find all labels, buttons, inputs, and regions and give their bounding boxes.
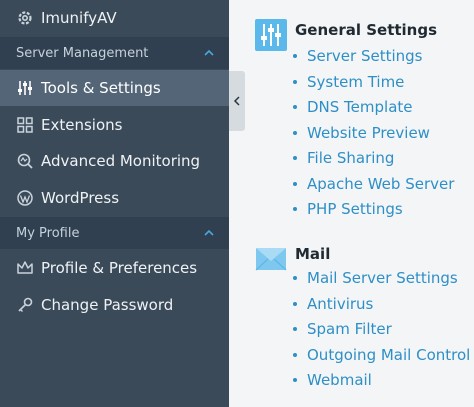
link-php-settings[interactable]: PHP Settings xyxy=(293,200,403,218)
link-dns-template[interactable]: DNS Template xyxy=(293,98,413,116)
sidebar-item-tools-settings[interactable]: Tools & Settings xyxy=(0,70,229,106)
link-webmail[interactable]: Webmail xyxy=(293,371,372,389)
chevron-up-icon xyxy=(204,49,214,56)
sidebar-item-imunifyav[interactable]: ImunifyAV xyxy=(0,0,229,36)
link-label: Outgoing Mail Control xyxy=(307,346,471,364)
section-title: Server Management xyxy=(16,45,149,61)
bullet xyxy=(293,327,297,331)
sidebar-item-extensions[interactable]: Extensions xyxy=(0,107,229,143)
sidebar-collapse-button[interactable] xyxy=(229,71,245,131)
link-antivirus[interactable]: Antivirus xyxy=(293,295,373,313)
sidebar-item-wordpress[interactable]: WordPress xyxy=(0,180,229,216)
link-label: Server Settings xyxy=(307,47,423,65)
link-system-time[interactable]: System Time xyxy=(293,73,404,91)
bullet xyxy=(293,131,297,135)
link-label: Webmail xyxy=(307,371,372,389)
sliders-icon xyxy=(16,79,34,97)
general-settings-icon xyxy=(255,19,287,51)
sidebar-item-label: Change Password xyxy=(41,296,174,314)
link-apache-web-server[interactable]: Apache Web Server xyxy=(293,175,454,193)
bullet xyxy=(293,276,297,280)
chevron-left-icon xyxy=(233,96,240,106)
sidebar-item-label: ImunifyAV xyxy=(41,9,117,27)
section-my-profile[interactable]: My Profile xyxy=(0,217,229,249)
sidebar: ImunifyAV Server Management Tools & Sett… xyxy=(0,0,229,407)
monitoring-icon xyxy=(16,152,34,170)
link-label: DNS Template xyxy=(307,98,413,116)
link-label: PHP Settings xyxy=(307,200,403,218)
bullet xyxy=(293,378,297,382)
sidebar-item-label: Extensions xyxy=(41,116,123,134)
link-file-sharing[interactable]: File Sharing xyxy=(293,149,394,167)
link-server-settings[interactable]: Server Settings xyxy=(293,47,422,65)
group-title-general-settings: General Settings xyxy=(295,21,438,39)
link-mail-server-settings[interactable]: Mail Server Settings xyxy=(293,269,458,287)
link-website-preview[interactable]: Website Preview xyxy=(293,124,430,142)
group-title-mail: Mail xyxy=(295,245,331,263)
section-title: My Profile xyxy=(16,225,80,241)
link-label: Antivirus xyxy=(307,295,374,313)
crown-icon xyxy=(16,259,34,277)
bullet xyxy=(293,156,297,160)
sidebar-item-advanced-monitoring[interactable]: Advanced Monitoring xyxy=(0,143,229,179)
sidebar-item-label: WordPress xyxy=(41,189,120,207)
bullet xyxy=(293,54,297,58)
mail-envelope-icon xyxy=(255,243,287,275)
sidebar-item-label: Advanced Monitoring xyxy=(41,152,201,170)
extensions-icon xyxy=(16,116,34,134)
bullet xyxy=(293,105,297,109)
sidebar-item-label: Tools & Settings xyxy=(41,79,161,97)
tools-settings-content: General Settings Server Settings System … xyxy=(245,0,474,407)
sidebar-item-label: Profile & Preferences xyxy=(41,259,198,277)
link-label: Spam Filter xyxy=(307,320,392,338)
gear-icon xyxy=(16,9,34,27)
link-label: Website Preview xyxy=(307,124,430,142)
bullet xyxy=(293,302,297,306)
link-label: File Sharing xyxy=(307,149,395,167)
wordpress-icon xyxy=(16,189,34,207)
link-label: System Time xyxy=(307,73,405,91)
link-outgoing-mail-control[interactable]: Outgoing Mail Control xyxy=(293,346,470,364)
sidebar-item-profile-preferences[interactable]: Profile & Preferences xyxy=(0,250,229,286)
bullet xyxy=(293,353,297,357)
chevron-up-icon xyxy=(204,229,214,236)
bullet xyxy=(293,80,297,84)
link-spam-filter[interactable]: Spam Filter xyxy=(293,320,392,338)
bullet xyxy=(293,182,297,186)
section-server-management[interactable]: Server Management xyxy=(0,37,229,69)
sidebar-item-change-password[interactable]: Change Password xyxy=(0,287,229,323)
bullet xyxy=(293,207,297,211)
link-label: Mail Server Settings xyxy=(307,269,458,287)
key-icon xyxy=(16,296,34,314)
link-label: Apache Web Server xyxy=(307,175,455,193)
